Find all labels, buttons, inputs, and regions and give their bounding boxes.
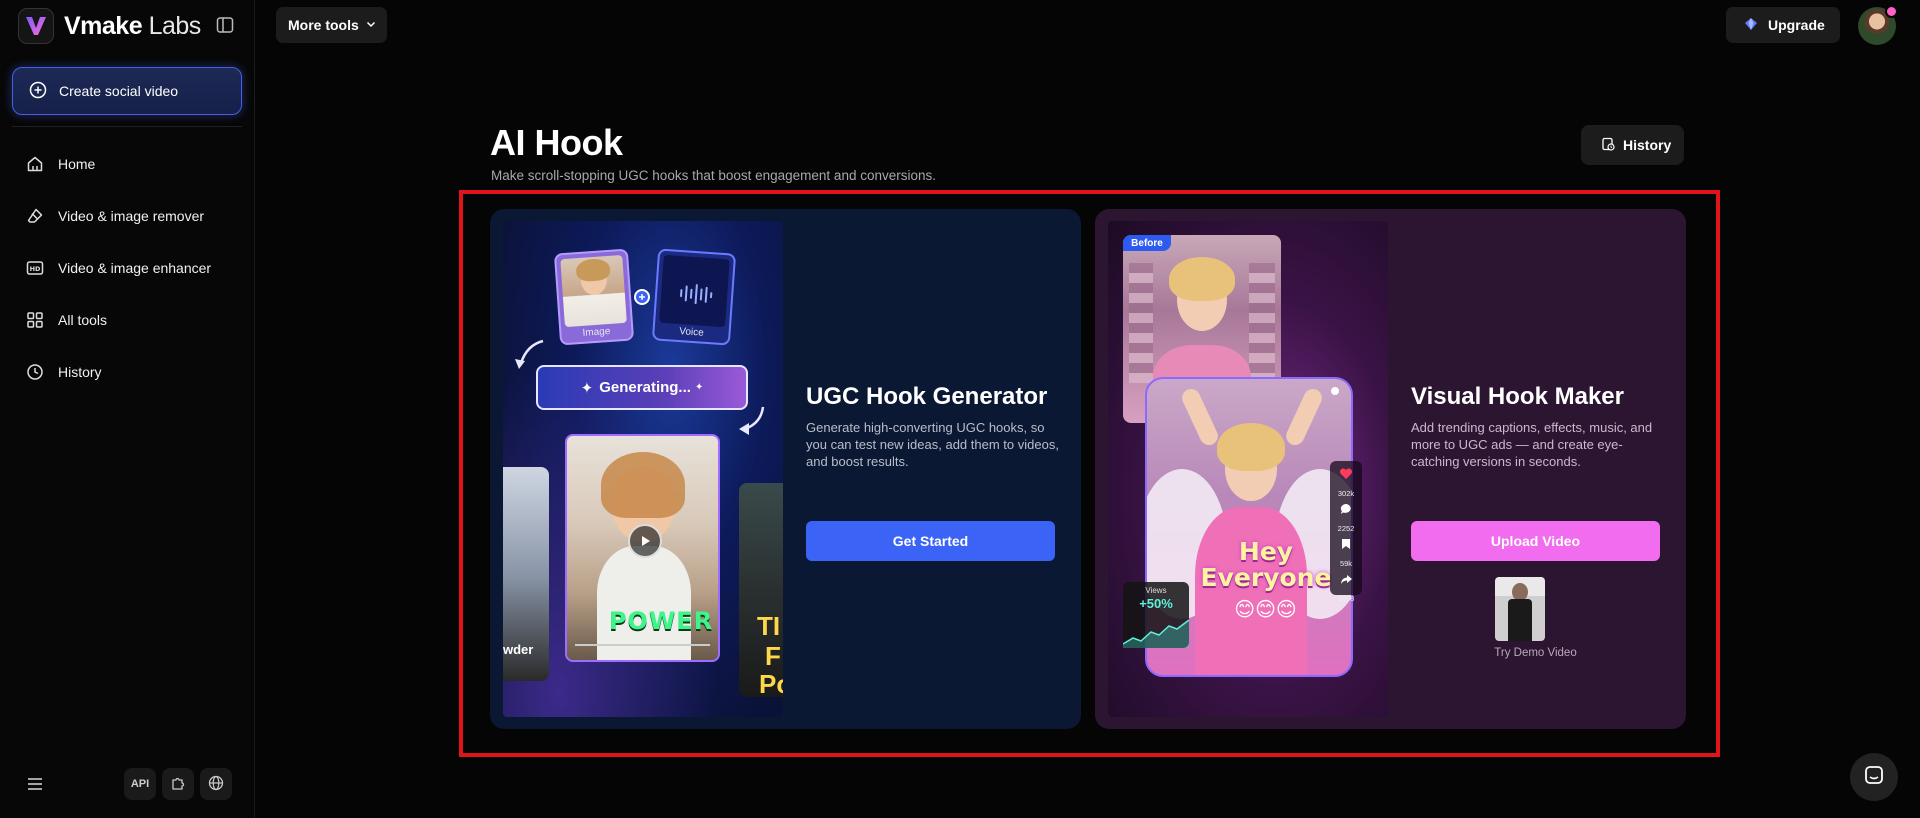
right-tile-caption-2: F	[765, 641, 781, 671]
try-demo-video-label[interactable]: Try Demo Video	[1411, 647, 1660, 659]
power-caption: POWER	[608, 607, 714, 635]
hey-everyone-caption: Hey Everyone	[1200, 537, 1332, 592]
upload-video-button[interactable]: Upload Video	[1411, 521, 1660, 561]
generating-label: Generating...	[599, 379, 691, 396]
chevron-down-icon	[365, 17, 377, 33]
left-tile-caption: wder	[503, 642, 534, 657]
generating-pill: ✦ Generating... ✦	[536, 365, 748, 410]
puzzle-icon	[170, 775, 186, 794]
hd-icon: HD	[26, 259, 44, 277]
comments-count: 2252	[1337, 524, 1355, 533]
svg-text:HD: HD	[30, 265, 41, 273]
grid-icon	[26, 311, 44, 329]
ugc-card-title: UGC Hook Generator	[806, 383, 1048, 410]
plus-circle-icon	[29, 81, 47, 102]
sidebar-nav: Home Video & image remover HD Video & im…	[12, 138, 242, 398]
sidebar-toggle-icon[interactable]	[214, 14, 236, 36]
sidebar-item-label: History	[58, 364, 102, 380]
sidebar-bottom-bar: API	[0, 768, 255, 802]
upgrade-label: Upgrade	[1768, 17, 1825, 33]
ugc-card-description: Generate high-converting UGC hooks, so y…	[806, 420, 1059, 469]
shares-count: 5698	[1337, 594, 1355, 603]
chat-icon	[1863, 764, 1885, 791]
trend-sparkline-icon	[1123, 619, 1189, 648]
home-icon	[26, 155, 44, 173]
sidebar-item-history[interactable]: History	[12, 346, 242, 398]
ugc-hook-generator-card[interactable]: Image Voice ✦ Generating... ✦ wder POWER…	[490, 209, 1081, 729]
eraser-icon	[26, 207, 44, 225]
sidebar-item-home[interactable]: Home	[12, 138, 242, 190]
social-stats-panel: 302k 2252 59k 5698	[1330, 461, 1362, 603]
more-tools-label: More tools	[288, 17, 359, 33]
hamburger-menu-icon[interactable]	[26, 776, 44, 797]
emoji-row: 😊😊😊	[1234, 599, 1297, 621]
bookmark-icon	[1341, 537, 1351, 555]
more-tools-dropdown[interactable]: More tools	[276, 7, 387, 43]
brand[interactable]: Vmake Labs	[18, 8, 201, 44]
heart-icon	[1339, 467, 1353, 485]
sidebar-item-label: All tools	[58, 312, 108, 328]
image-tile-label: Image	[582, 325, 611, 339]
sidebar-item-label: Video & image remover	[58, 208, 205, 224]
visual-card-title: Visual Hook Maker	[1411, 383, 1624, 410]
share-icon	[1340, 572, 1353, 590]
extension-button[interactable]	[162, 768, 194, 800]
get-started-button[interactable]: Get Started	[806, 521, 1055, 561]
chat-support-button[interactable]	[1850, 753, 1898, 801]
plus-join-icon	[634, 289, 650, 305]
sidebar-divider	[12, 126, 242, 127]
image-tile: Image	[553, 248, 635, 346]
sparkle-icon: ✦	[580, 379, 594, 397]
sidebar-item-label: Home	[58, 156, 96, 172]
sidebar-item-label: Video & image enhancer	[58, 260, 212, 276]
right-video-tile: TI F Po	[739, 483, 783, 697]
comment-icon	[1340, 502, 1353, 520]
globe-icon	[208, 775, 224, 794]
waveform-icon	[678, 282, 714, 311]
voice-tile: Voice	[651, 248, 737, 346]
views-widget: Views +50%	[1123, 582, 1189, 648]
language-button[interactable]	[200, 768, 232, 800]
ugc-preview-media: Image Voice ✦ Generating... ✦ wder POWER…	[503, 221, 783, 717]
vmake-logo-icon	[18, 8, 54, 44]
app-root: Vmake Labs Create social video Home Vide…	[0, 0, 1920, 818]
notification-badge	[1885, 5, 1898, 18]
saves-count: 59k	[1339, 559, 1353, 568]
clock-icon	[26, 363, 44, 381]
visual-preview-media: Before Hey Everyone 😊😊😊 302k 2252 59k 56…	[1108, 221, 1388, 717]
history-file-icon	[1601, 137, 1615, 154]
sparkle-small-icon: ✦	[694, 382, 704, 393]
history-button[interactable]: History	[1581, 125, 1684, 165]
create-social-video-button[interactable]: Create social video	[12, 67, 242, 115]
create-social-video-label: Create social video	[59, 83, 179, 99]
upgrade-button[interactable]: Upgrade	[1726, 7, 1840, 43]
visual-hook-maker-card[interactable]: Before Hey Everyone 😊😊😊 302k 2252 59k 56…	[1095, 209, 1686, 729]
before-tag: Before	[1123, 235, 1171, 251]
left-video-tile: wder	[503, 467, 549, 681]
api-button[interactable]: API	[124, 768, 156, 800]
right-tile-caption-1: TI	[757, 611, 781, 641]
sidebar-item-video-image-remover[interactable]: Video & image remover	[12, 190, 242, 242]
history-label: History	[1623, 137, 1672, 153]
brand-name: Vmake Labs	[64, 11, 201, 40]
likes-count: 302k	[1337, 489, 1355, 498]
play-icon	[628, 524, 662, 558]
sidebar-item-all-tools[interactable]: All tools	[12, 294, 242, 346]
visual-card-description: Add trending captions, effects, music, a…	[1411, 420, 1653, 469]
page-title: AI Hook	[490, 122, 623, 163]
views-value: +50%	[1139, 596, 1173, 611]
sidebar: Vmake Labs Create social video Home Vide…	[0, 0, 255, 818]
avatar[interactable]	[1858, 5, 1898, 45]
views-label: Views	[1145, 586, 1167, 595]
diamond-icon	[1744, 17, 1758, 34]
right-tile-caption-3: Po	[759, 669, 783, 697]
sidebar-item-video-image-enhancer[interactable]: HD Video & image enhancer	[12, 242, 242, 294]
page-subtitle: Make scroll-stopping UGC hooks that boos…	[491, 168, 936, 183]
demo-video-thumbnail[interactable]	[1495, 577, 1545, 641]
